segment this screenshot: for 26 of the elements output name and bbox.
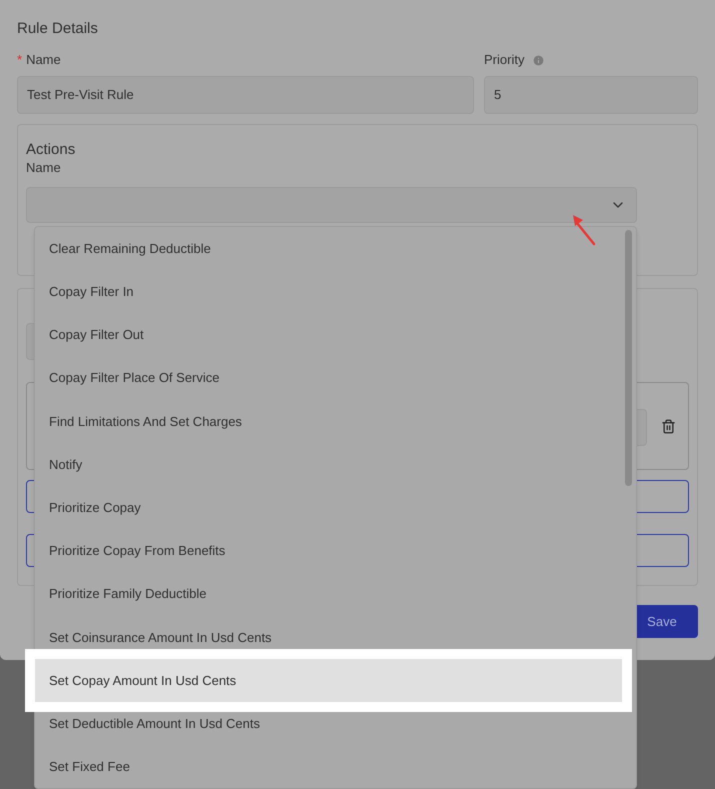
field-label: Priority bbox=[484, 51, 524, 70]
required-mark: * bbox=[17, 51, 22, 70]
dropdown-option[interactable]: Copay Filter Out bbox=[35, 313, 622, 357]
action-select[interactable] bbox=[26, 186, 637, 222]
actions-title: Actions bbox=[26, 140, 76, 157]
dropdown-option[interactable]: Prioritize Copay From Benefits bbox=[35, 529, 622, 572]
field-label: Name bbox=[26, 159, 62, 177]
dropdown-option[interactable]: Set Deductible Amount In Usd Cents bbox=[35, 702, 622, 746]
dropdown-option[interactable]: Copay Filter In bbox=[35, 270, 622, 314]
section-title: Rule Details bbox=[17, 19, 99, 38]
dropdown-option[interactable]: Find Limitations And Set Charges bbox=[35, 400, 622, 443]
dropdown-option[interactable]: Clear Remaining Deductible bbox=[35, 227, 622, 270]
trash-icon[interactable] bbox=[661, 418, 676, 434]
priority-input[interactable]: 5 bbox=[484, 76, 698, 114]
info-icon bbox=[532, 54, 546, 66]
dropdown-option[interactable]: Set Coinsurance Amount In Usd Cents bbox=[35, 616, 622, 659]
dropdown-option[interactable]: Prioritize Copay bbox=[35, 486, 622, 530]
arrow-annotation bbox=[572, 214, 596, 246]
dropdown-option[interactable]: Set Fixed Fee bbox=[35, 745, 622, 788]
dropdown-option[interactable]: Notify bbox=[35, 442, 622, 486]
scrollbar-thumb[interactable] bbox=[625, 230, 632, 486]
dropdown-option[interactable]: Copay Filter Place Of Service bbox=[35, 356, 622, 400]
dropdown-option[interactable]: Set Copay Amount In Usd Cents bbox=[35, 658, 622, 702]
field-label: Name bbox=[26, 51, 61, 70]
name-input[interactable]: Test Pre-Visit Rule bbox=[17, 76, 474, 114]
dropdown-option[interactable]: Prioritize Family Deductible bbox=[35, 572, 622, 616]
